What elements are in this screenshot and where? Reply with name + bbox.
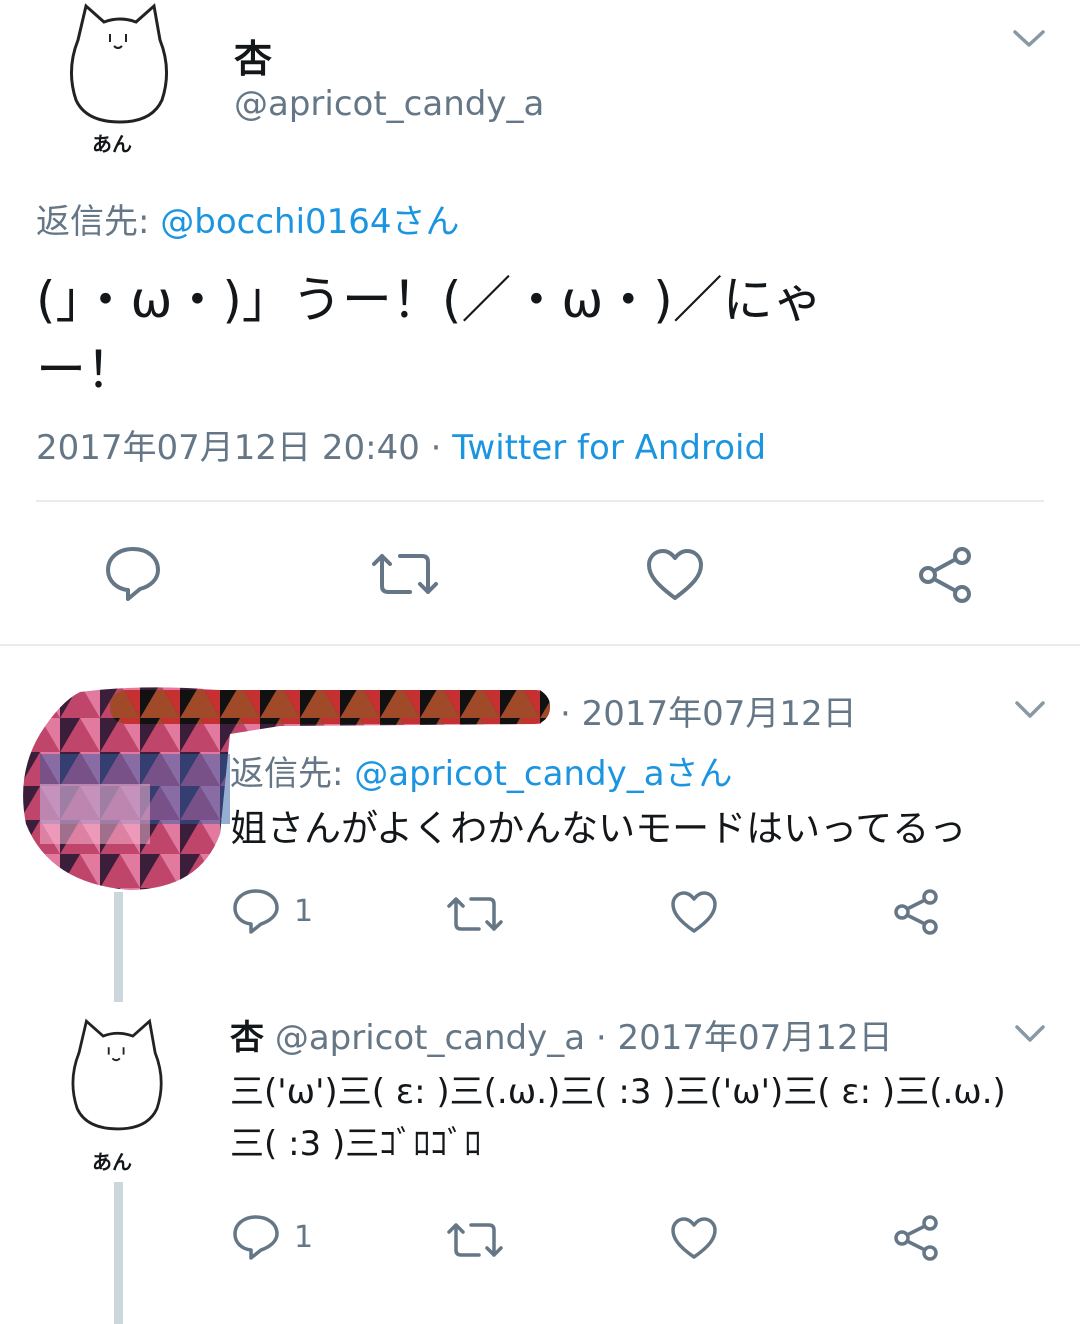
retweet-icon	[372, 554, 438, 594]
avatar[interactable]: あん	[66, 1014, 170, 1174]
like-button[interactable]	[670, 890, 718, 934]
share-button[interactable]	[892, 888, 940, 936]
retweet-button[interactable]	[446, 1220, 504, 1260]
share-button[interactable]	[916, 546, 974, 604]
share-icon	[894, 1215, 938, 1261]
tweet-text-line-1: 三('ω')三( ε: )三(.ω.)三( :3 )三('ω')三( ε: )三…	[230, 1072, 1006, 1112]
reply-icon	[233, 889, 279, 934]
share-icon	[894, 889, 938, 935]
avatar[interactable]: あん	[64, 0, 176, 160]
user-handle[interactable]: @apricot_candy_a	[234, 84, 544, 124]
chevron-down-icon[interactable]	[1012, 28, 1046, 50]
share-button[interactable]	[892, 1214, 940, 1262]
retweet-icon	[447, 897, 503, 931]
thread-line	[114, 892, 123, 1002]
reply-context: 返信先: @apricot_candy_aさん	[230, 746, 733, 795]
retweet-button[interactable]	[446, 894, 504, 934]
share-icon	[919, 547, 971, 603]
reply-count: 1	[294, 1219, 314, 1255]
chevron-down-icon[interactable]	[1014, 1024, 1046, 1044]
heart-icon	[671, 1217, 717, 1259]
source-link[interactable]: Twitter for Android	[452, 428, 766, 468]
reply-prefix: 返信先:	[36, 202, 161, 242]
reply-button[interactable]: 1	[232, 1214, 313, 1260]
reply-count: 1	[294, 893, 314, 929]
display-name[interactable]: 杏	[234, 28, 272, 83]
heart-icon	[647, 549, 703, 600]
reply-meta: · 2017年07月12日	[560, 694, 857, 734]
thread-line	[114, 1182, 123, 1324]
tweet-timestamp: 2017年07月12日 20:40 · Twitter for Android	[36, 420, 766, 469]
datetime: 2017年07月12日 20:40 ·	[36, 428, 453, 468]
section-divider	[0, 644, 1080, 646]
tweet-text-line-2: ー！	[36, 341, 136, 399]
like-button[interactable]	[646, 548, 704, 602]
avatar-caption: あん	[92, 1150, 132, 1174]
like-button[interactable]	[670, 1216, 718, 1260]
reply-context: 返信先: @bocchi0164さん	[36, 194, 460, 243]
heart-icon	[671, 891, 717, 933]
display-name[interactable]: 杏	[230, 1018, 264, 1058]
avatar-caption: あん	[92, 132, 132, 156]
reply-to-link[interactable]: @bocchi0164さん	[160, 202, 459, 242]
tweet-text-line-1: (」・ω・)」うー！(／・ω・)／にゃ	[36, 271, 823, 329]
divider	[36, 500, 1044, 502]
reply-button[interactable]	[104, 545, 162, 601]
reply-icon	[233, 1215, 279, 1260]
tweet-text-line-2: 三( :3 )三ｺﾞﾛｺﾞﾛ	[230, 1124, 482, 1164]
reply-prefix: 返信先:	[230, 754, 355, 794]
handle-and-date: @apricot_candy_a · 2017年07月12日	[274, 1018, 893, 1058]
cat-avatar-icon	[70, 3, 168, 124]
cat-avatar-icon	[71, 1018, 163, 1131]
reply-button[interactable]: 1	[232, 888, 313, 934]
chevron-down-icon[interactable]	[1014, 700, 1046, 720]
reply-to-link[interactable]: @apricot_candy_aさん	[354, 754, 732, 794]
reply-icon	[106, 547, 160, 601]
retweet-icon	[447, 1223, 503, 1257]
retweet-button[interactable]	[370, 550, 440, 598]
reply-text: 姐さんがよくわかんないモードはいってるっ	[230, 807, 967, 850]
tweet-header: 杏 @apricot_candy_a · 2017年07月12日	[230, 1010, 893, 1059]
